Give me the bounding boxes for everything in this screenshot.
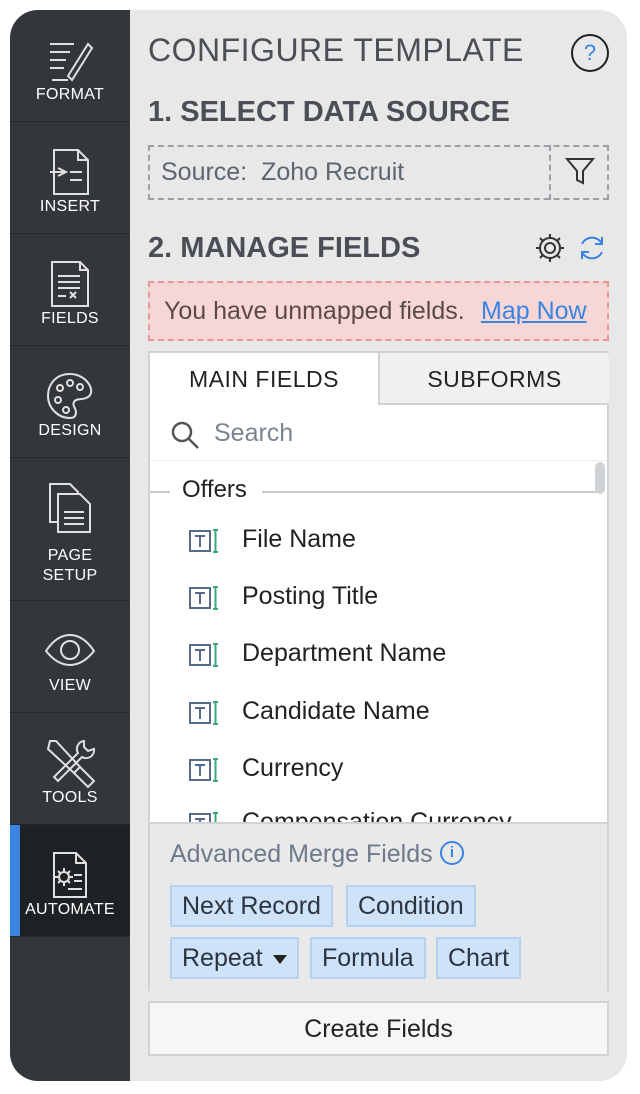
group-label: Offers bbox=[180, 476, 249, 504]
gear-icon[interactable] bbox=[534, 232, 566, 264]
field-name: Candidate Name bbox=[242, 697, 430, 725]
help-button[interactable]: ? bbox=[571, 34, 609, 72]
page-setup-icon bbox=[49, 483, 91, 533]
section-title-data-source: 1. SELECT DATA SOURCE bbox=[148, 96, 510, 128]
field-name: Posting Title bbox=[242, 582, 379, 610]
advanced-merge-title: Advanced Merge Fields bbox=[170, 840, 433, 868]
fields-icon bbox=[51, 261, 89, 307]
chip-condition[interactable]: Condition bbox=[346, 885, 476, 927]
text-field-icon bbox=[189, 529, 218, 553]
text-field-icon bbox=[189, 758, 218, 782]
sidebar-rail: FORMAT INSERT FIELDS DESIGN PAGE SETUP V… bbox=[10, 10, 130, 1081]
field-name: Compensation Currency bbox=[242, 808, 512, 822]
chip-next-record[interactable]: Next Record bbox=[170, 885, 333, 927]
tools-icon bbox=[46, 739, 96, 789]
field-name: Department Name bbox=[242, 639, 447, 667]
fields-box: MAIN FIELDS SUBFORMS Offers File Name bbox=[148, 351, 609, 991]
sidebar-item-view[interactable]: VIEW bbox=[10, 601, 130, 713]
text-field-icon bbox=[189, 643, 218, 667]
field-name: Currency bbox=[242, 754, 344, 782]
dropdown-caret-icon bbox=[272, 954, 287, 964]
sidebar-item-format[interactable]: FORMAT bbox=[10, 10, 130, 122]
search-input[interactable] bbox=[212, 415, 592, 451]
sidebar-item-label: AUTOMATE bbox=[25, 901, 115, 918]
sidebar-item-label: PAGE SETUP bbox=[42, 547, 98, 584]
page-title: CONFIGURE TEMPLATE bbox=[148, 32, 524, 68]
field-list-scrollbar[interactable] bbox=[595, 462, 607, 822]
source-label: Source: bbox=[161, 158, 248, 186]
automate-icon bbox=[53, 852, 87, 898]
field-name: File Name bbox=[242, 525, 356, 553]
unmapped-fields-alert: You have unmapped fields. Map Now bbox=[148, 281, 609, 341]
alert-message: You have unmapped fields. bbox=[164, 297, 465, 325]
section-title-manage-fields: 2. MANAGE FIELDS bbox=[148, 232, 421, 264]
eye-icon bbox=[44, 633, 96, 667]
palette-icon bbox=[46, 372, 93, 420]
field-group-offers: Offers bbox=[150, 476, 607, 506]
advanced-merge-fields: Advanced Merge Fields i Next Record Cond… bbox=[150, 822, 607, 991]
tab-main-fields[interactable]: MAIN FIELDS bbox=[150, 353, 378, 405]
refresh-icon[interactable] bbox=[576, 232, 608, 264]
filter-button[interactable] bbox=[549, 145, 607, 200]
chip-label: Chart bbox=[448, 944, 510, 972]
app-frame: FORMAT INSERT FIELDS DESIGN PAGE SETUP V… bbox=[10, 10, 627, 1081]
sidebar-item-label: FIELDS bbox=[41, 310, 99, 327]
group-divider bbox=[262, 491, 597, 493]
info-icon[interactable]: i bbox=[440, 841, 464, 865]
sidebar-item-label: VIEW bbox=[48, 677, 92, 694]
create-fields-button[interactable]: Create Fields bbox=[148, 1001, 609, 1056]
map-now-link[interactable]: Map Now bbox=[481, 297, 587, 326]
text-field-icon bbox=[189, 586, 218, 610]
chip-label: Repeat bbox=[182, 944, 263, 972]
sidebar-item-design[interactable]: DESIGN bbox=[10, 346, 130, 458]
chip-label: Next Record bbox=[182, 892, 321, 920]
chip-label: Condition bbox=[358, 892, 464, 920]
tab-subforms[interactable]: SUBFORMS bbox=[378, 353, 609, 405]
data-source-field[interactable]: Source: Zoho Recruit bbox=[148, 145, 609, 200]
chip-chart[interactable]: Chart bbox=[436, 937, 522, 979]
source-value: Zoho Recruit bbox=[261, 158, 405, 186]
filter-icon bbox=[565, 158, 595, 185]
chip-label: Formula bbox=[322, 944, 414, 972]
chip-formula[interactable]: Formula bbox=[310, 937, 426, 979]
field-search bbox=[150, 405, 607, 461]
search-icon bbox=[171, 421, 199, 449]
format-icon bbox=[50, 42, 94, 82]
sidebar-item-label: FORMAT bbox=[35, 86, 105, 103]
group-divider bbox=[150, 491, 170, 493]
chip-repeat[interactable]: Repeat bbox=[170, 937, 299, 979]
field-tabs: MAIN FIELDS SUBFORMS bbox=[150, 353, 609, 405]
sidebar-item-label: INSERT bbox=[39, 198, 101, 215]
sidebar-item-page-setup[interactable]: PAGE SETUP bbox=[10, 458, 130, 601]
text-field-icon bbox=[189, 701, 218, 725]
sidebar-item-label: DESIGN bbox=[38, 422, 102, 439]
field-list: Offers File Name Posting Title Departmen… bbox=[150, 462, 607, 822]
sidebar-item-label: TOOLS bbox=[42, 789, 98, 806]
configure-panel: CONFIGURE TEMPLATE ? 1. SELECT DATA SOUR… bbox=[130, 10, 627, 1081]
data-source-text: Source: Zoho Recruit bbox=[161, 158, 404, 187]
text-field-icon bbox=[189, 812, 218, 822]
sidebar-item-tools[interactable]: TOOLS bbox=[10, 713, 130, 825]
sidebar-item-fields[interactable]: FIELDS bbox=[10, 234, 130, 346]
sidebar-item-automate[interactable]: AUTOMATE bbox=[10, 825, 130, 937]
scrollbar-thumb[interactable] bbox=[595, 462, 605, 494]
sidebar-item-insert[interactable]: INSERT bbox=[10, 122, 130, 234]
insert-icon bbox=[50, 149, 89, 195]
